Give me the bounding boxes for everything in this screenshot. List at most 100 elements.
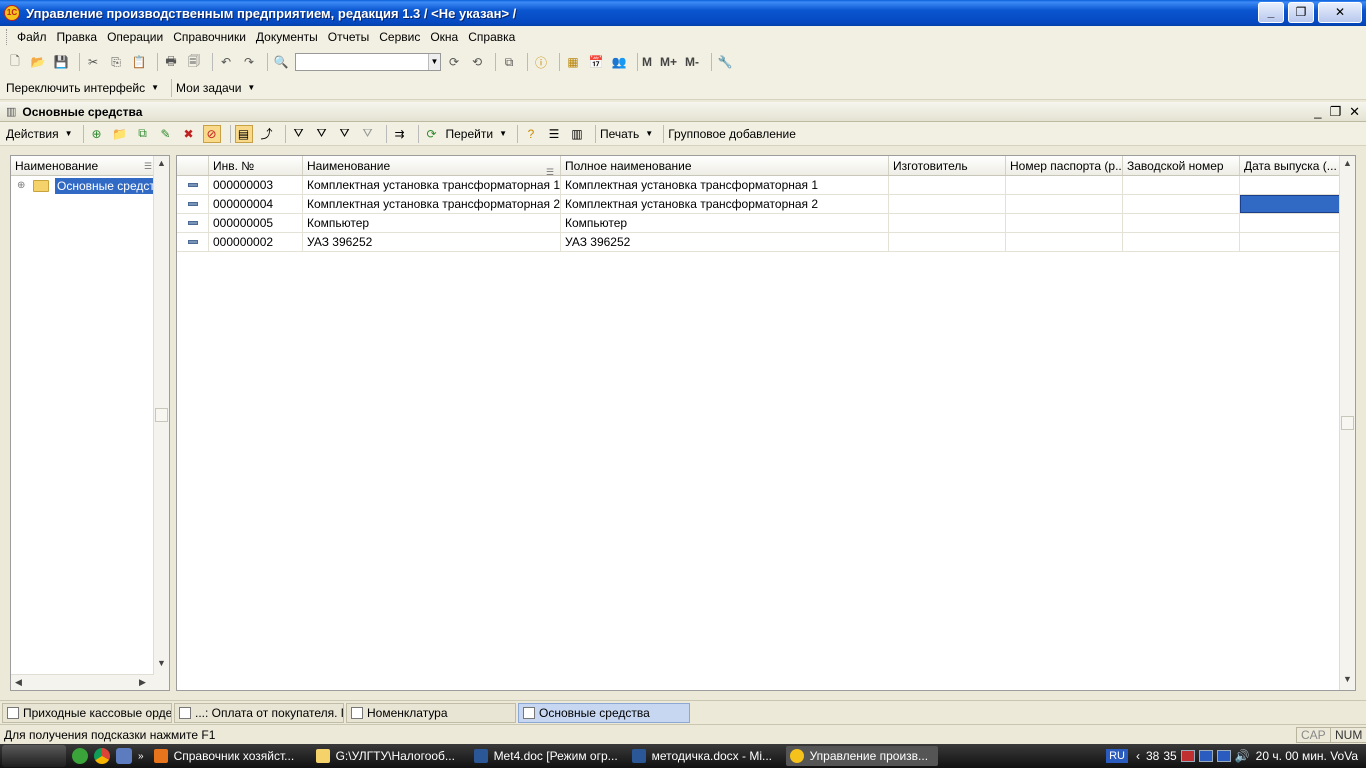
save-icon[interactable]: 💾 bbox=[52, 53, 70, 71]
cell-inv[interactable]: 000000005 bbox=[209, 214, 303, 232]
cell-date[interactable] bbox=[1240, 176, 1340, 194]
minimize-button[interactable]: _ bbox=[1258, 2, 1284, 23]
taskbar-item[interactable]: Справочник хозяйст... bbox=[150, 746, 306, 766]
print-icon[interactable]: 🖶 bbox=[162, 53, 180, 71]
table-row[interactable]: 000000003 Комплектная установка трансфор… bbox=[177, 176, 1340, 195]
enter-on-basis-icon[interactable]: ⇉ bbox=[391, 125, 409, 143]
memory-plus-button[interactable]: M+ bbox=[660, 55, 677, 69]
cell-full-name[interactable]: Комплектная установка трансформаторная 1 bbox=[561, 176, 889, 194]
cell-passport[interactable] bbox=[1006, 214, 1123, 232]
menu-file[interactable]: Файл bbox=[17, 30, 47, 44]
switch-interface-chevron-icon[interactable]: ▼ bbox=[151, 83, 159, 92]
tab-cash-receipts[interactable]: Приходные кассовые ордера bbox=[2, 702, 172, 723]
cell-passport[interactable] bbox=[1006, 195, 1123, 213]
find-next-icon[interactable]: ⟳ bbox=[445, 53, 463, 71]
edit-icon[interactable]: ✎ bbox=[157, 125, 175, 143]
filter-by-value-icon[interactable]: ⛛ bbox=[313, 125, 331, 143]
tools-icon[interactable]: 🔧 bbox=[716, 53, 734, 71]
antivirus-icon[interactable] bbox=[1180, 750, 1195, 762]
tab-fixed-assets[interactable]: Основные средства bbox=[518, 702, 690, 723]
start-button[interactable] bbox=[2, 745, 66, 767]
table-row[interactable]: 000000005 Компьютер Компьютер bbox=[177, 214, 1340, 233]
info-icon[interactable]: ⓘ bbox=[532, 53, 550, 71]
filter-icon[interactable]: ⛛ bbox=[290, 125, 308, 143]
cell-inv[interactable]: 000000003 bbox=[209, 176, 303, 194]
inner-restore-button[interactable]: ❐ bbox=[1329, 104, 1341, 120]
scroll-left-icon[interactable]: ◀ bbox=[15, 677, 22, 688]
clock[interactable]: 20 ч. 00 мин. VoVa bbox=[1256, 749, 1358, 763]
cell-maker[interactable] bbox=[889, 195, 1006, 213]
my-tasks-chevron-icon[interactable]: ▼ bbox=[247, 83, 255, 92]
column-header-name[interactable]: Наименование ☰ bbox=[303, 156, 561, 175]
menu-edit[interactable]: Правка bbox=[57, 30, 98, 44]
tab-nomenclature[interactable]: Номенклатура bbox=[346, 702, 516, 723]
memory-button[interactable]: M bbox=[642, 55, 652, 69]
print-chevron-icon[interactable]: ▼ bbox=[645, 129, 653, 138]
scroll-down-icon[interactable]: ▼ bbox=[1343, 674, 1352, 684]
search-icon[interactable]: 🔍 bbox=[272, 53, 290, 71]
columns-icon[interactable]: ▥ bbox=[568, 125, 586, 143]
cell-name[interactable]: Компьютер bbox=[303, 214, 561, 232]
new-document-icon[interactable]: 🗋 bbox=[6, 53, 24, 71]
cell-full-name[interactable]: УАЗ 396252 bbox=[561, 233, 889, 251]
tree-horizontal-scrollbar[interactable]: ◀ ▶ bbox=[11, 674, 154, 690]
column-header-passport[interactable]: Номер паспорта (р... bbox=[1006, 156, 1123, 175]
calculator-icon[interactable]: ▦ bbox=[564, 53, 582, 71]
scroll-right-icon[interactable]: ▶ bbox=[139, 677, 146, 688]
cell-passport[interactable] bbox=[1006, 176, 1123, 194]
cell-name[interactable]: Комплектная установка трансформаторная 2 bbox=[303, 195, 561, 213]
language-indicator[interactable]: RU bbox=[1106, 749, 1128, 763]
network-icon[interactable] bbox=[1198, 750, 1213, 762]
undo-icon[interactable]: ↶ bbox=[217, 53, 235, 71]
taskbar-item-active[interactable]: Управление произв... bbox=[785, 746, 938, 766]
column-header-full-name[interactable]: Полное наименование bbox=[561, 156, 889, 175]
open-folder-icon[interactable]: 📂 bbox=[29, 53, 47, 71]
tray-expand-icon[interactable]: ‹ bbox=[1136, 749, 1140, 763]
add-icon[interactable]: ⊕ bbox=[88, 125, 106, 143]
menu-reports[interactable]: Отчеты bbox=[328, 30, 369, 44]
menu-service[interactable]: Сервис bbox=[379, 30, 420, 44]
scroll-up-icon[interactable]: ▲ bbox=[1343, 158, 1352, 168]
users-icon[interactable]: 👥 bbox=[610, 53, 628, 71]
filter-history-icon[interactable]: ⛛ bbox=[336, 125, 354, 143]
add-group-icon[interactable]: 📁 bbox=[111, 125, 129, 143]
network-icon-2[interactable] bbox=[1216, 750, 1231, 762]
scroll-up-icon[interactable]: ▲ bbox=[157, 158, 166, 168]
expand-icon[interactable]: ⊕ bbox=[17, 181, 27, 191]
taskbar-item[interactable]: методичка.docx - Mi... bbox=[628, 746, 780, 766]
menu-help[interactable]: Справка bbox=[468, 30, 515, 44]
goto-button[interactable]: Перейти bbox=[446, 127, 494, 141]
cut-icon[interactable]: ✂ bbox=[84, 53, 102, 71]
group-add-button[interactable]: Групповое добавление bbox=[668, 127, 796, 141]
cell-name[interactable]: Комплектная установка трансформаторная 1 bbox=[303, 176, 561, 194]
refresh-icon[interactable]: ⟳ bbox=[423, 125, 441, 143]
cell-serial[interactable] bbox=[1123, 214, 1240, 232]
actions-menu-button[interactable]: Действия bbox=[6, 127, 59, 141]
column-header-icon[interactable] bbox=[177, 156, 209, 175]
cell-serial[interactable] bbox=[1123, 176, 1240, 194]
level-up-icon[interactable]: ⤴ bbox=[258, 125, 276, 143]
tree-item[interactable]: ⊕ Основные средства bbox=[11, 176, 169, 196]
column-header-maker[interactable]: Изготовитель bbox=[889, 156, 1006, 175]
chevron-more-icon[interactable]: » bbox=[138, 751, 144, 762]
paste-icon[interactable]: 📋 bbox=[130, 53, 148, 71]
hierarchy-view-icon[interactable]: ▤ bbox=[234, 124, 253, 143]
grid-vertical-scrollbar[interactable]: ▲ ▼ bbox=[1339, 156, 1355, 690]
table-row[interactable]: 000000002 УАЗ 396252 УАЗ 396252 bbox=[177, 233, 1340, 252]
cell-serial[interactable] bbox=[1123, 233, 1240, 251]
cell-maker[interactable] bbox=[889, 214, 1006, 232]
cell-serial[interactable] bbox=[1123, 195, 1240, 213]
actions-chevron-icon[interactable]: ▼ bbox=[65, 129, 73, 138]
taskbar-item[interactable]: Met4.doc [Режим огр... bbox=[470, 746, 622, 766]
cell-inv[interactable]: 000000002 bbox=[209, 233, 303, 251]
clear-filter-icon[interactable]: ⛛ bbox=[359, 125, 377, 143]
inner-minimize-button[interactable]: _ bbox=[1314, 104, 1321, 120]
tab-customer-payment[interactable]: ...: Оплата от покупателя. П... bbox=[174, 702, 344, 723]
cell-full-name[interactable]: Комплектная установка трансформаторная 2 bbox=[561, 195, 889, 213]
tree-header[interactable]: Наименование ☰ bbox=[11, 156, 154, 176]
list-settings-icon[interactable]: ☰ bbox=[545, 125, 563, 143]
tree-vertical-scrollbar[interactable]: ▲ ▼ bbox=[153, 156, 169, 690]
copy-item-icon[interactable]: ⧉ bbox=[134, 125, 152, 143]
cell-maker[interactable] bbox=[889, 176, 1006, 194]
scroll-down-icon[interactable]: ▼ bbox=[157, 658, 166, 668]
